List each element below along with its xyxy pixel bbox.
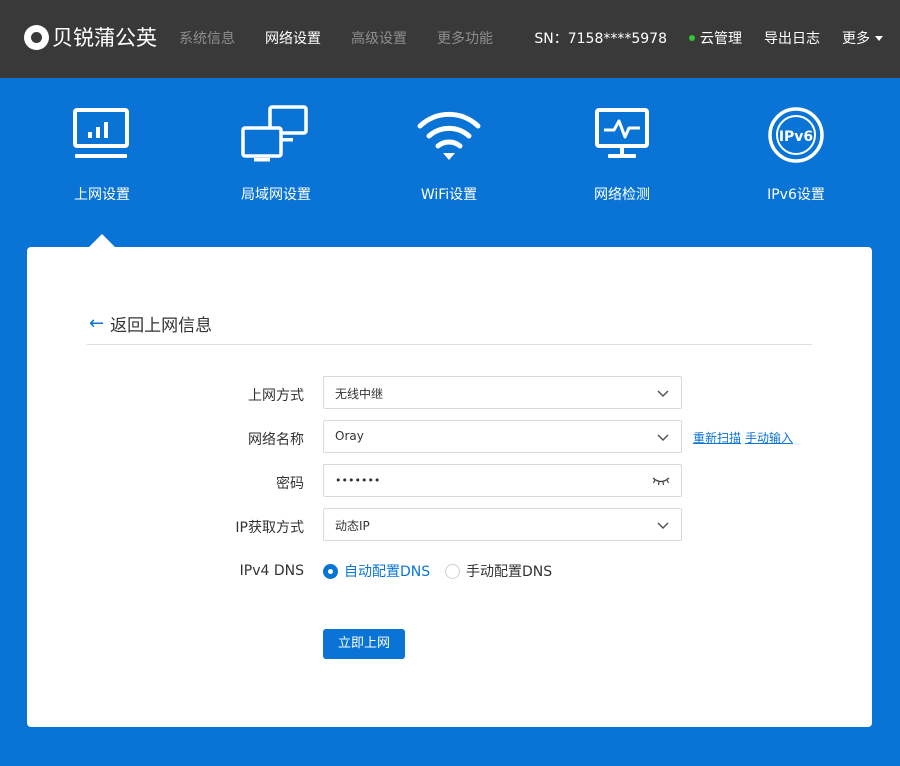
feature-internet-settings[interactable]: 上网设置	[32, 104, 172, 203]
cloud-status-dot-icon	[689, 35, 695, 41]
ssid-actions: 重新扫描 手动输入	[693, 429, 797, 446]
nav-item-network-settings[interactable]: 网络设置	[265, 28, 321, 48]
logo-icon	[24, 24, 49, 50]
feature-label: 网络检测	[594, 187, 650, 203]
feature-ipv6-settings[interactable]: IPv6 IPv6设置	[726, 104, 866, 203]
chevron-down-icon	[657, 390, 669, 398]
dns-manual-label: 手动配置DNS	[466, 564, 553, 580]
serial-number: SN：7158****5978	[534, 31, 667, 47]
feature-wifi-settings[interactable]: WiFi设置	[379, 104, 519, 203]
dns-manual-radio[interactable]: 手动配置DNS	[445, 561, 552, 581]
wifi-icon	[417, 111, 481, 160]
ip-mode-select-value: 动态IP	[335, 519, 370, 533]
more-menu-label: 更多	[842, 31, 870, 47]
ipv6-icon: IPv6	[768, 107, 824, 163]
more-menu[interactable]: 更多	[842, 28, 883, 48]
ip-mode-label: IP获取方式	[235, 520, 304, 536]
manual-input-link[interactable]: 手动输入	[745, 431, 793, 445]
cloud-manage-label: 云管理	[700, 31, 742, 47]
feature-label: 上网设置	[74, 187, 130, 203]
top-bar: 贝锐蒲公英 系统信息 网络设置 高级设置 更多功能 SN：7158****597…	[0, 0, 900, 78]
dns-auto-label: 自动配置DNS	[344, 564, 431, 580]
export-log-link[interactable]: 导出日志	[764, 28, 820, 48]
back-link-label: 返回上网信息	[110, 316, 213, 336]
dns-label: IPv4 DNS	[239, 563, 304, 579]
feature-label: 局域网设置	[241, 187, 311, 203]
active-tab-pointer	[89, 234, 115, 247]
nav-item-advanced-settings[interactable]: 高级设置	[351, 28, 407, 48]
nav-item-more-features[interactable]: 更多功能	[437, 28, 493, 48]
ssid-select[interactable]: Oray	[323, 420, 682, 453]
settings-panel: ← 返回上网信息 上网方式 无线中继 网络名称 Oray 重新扫描 手动输入 密码…	[27, 247, 872, 727]
ip-mode-select[interactable]: 动态IP	[323, 508, 682, 541]
radio-checked-icon	[323, 563, 338, 579]
network-detect-icon	[595, 108, 649, 158]
feature-label: IPv6设置	[767, 187, 825, 203]
dns-auto-radio[interactable]: 自动配置DNS	[323, 561, 430, 581]
radio-unchecked-icon	[445, 563, 460, 579]
nav-item-system-info[interactable]: 系统信息	[179, 28, 235, 48]
mode-select-value: 无线中继	[335, 387, 384, 401]
password-label: 密码	[276, 476, 304, 492]
arrow-left-icon: ←	[89, 313, 105, 334]
divider	[87, 344, 812, 345]
mode-select[interactable]: 无线中继	[323, 376, 682, 409]
monitor-chart-icon	[73, 108, 129, 158]
mode-label: 上网方式	[248, 388, 304, 404]
eye-closed-icon[interactable]	[652, 475, 670, 487]
rescan-link[interactable]: 重新扫描	[693, 431, 741, 445]
chevron-down-icon	[657, 434, 669, 442]
password-value: •••••••	[335, 474, 381, 487]
header-right: SN：7158****5978 云管理 导出日志 更多	[534, 28, 883, 48]
back-link[interactable]: ← 返回上网信息	[89, 311, 212, 336]
connect-now-button[interactable]: 立即上网	[323, 629, 405, 659]
password-input[interactable]: •••••••	[323, 464, 682, 497]
ssid-select-value: Oray	[335, 429, 364, 443]
brand-name: 贝锐蒲公英	[52, 26, 157, 50]
feature-label: WiFi设置	[420, 187, 478, 203]
feature-lan-settings[interactable]: 局域网设置	[206, 104, 346, 203]
feature-network-detect[interactable]: 网络检测	[552, 104, 692, 203]
chevron-down-icon	[657, 522, 669, 530]
brand-logo[interactable]: 贝锐蒲公英	[24, 22, 157, 52]
lan-computers-icon	[241, 105, 308, 162]
ipv6-icon-text: IPv6	[779, 129, 813, 145]
main-nav: 系统信息 网络设置 高级设置 更多功能	[179, 28, 523, 48]
cloud-manage-link[interactable]: 云管理	[689, 28, 742, 48]
caret-down-icon	[875, 35, 883, 41]
ssid-label: 网络名称	[248, 432, 304, 448]
